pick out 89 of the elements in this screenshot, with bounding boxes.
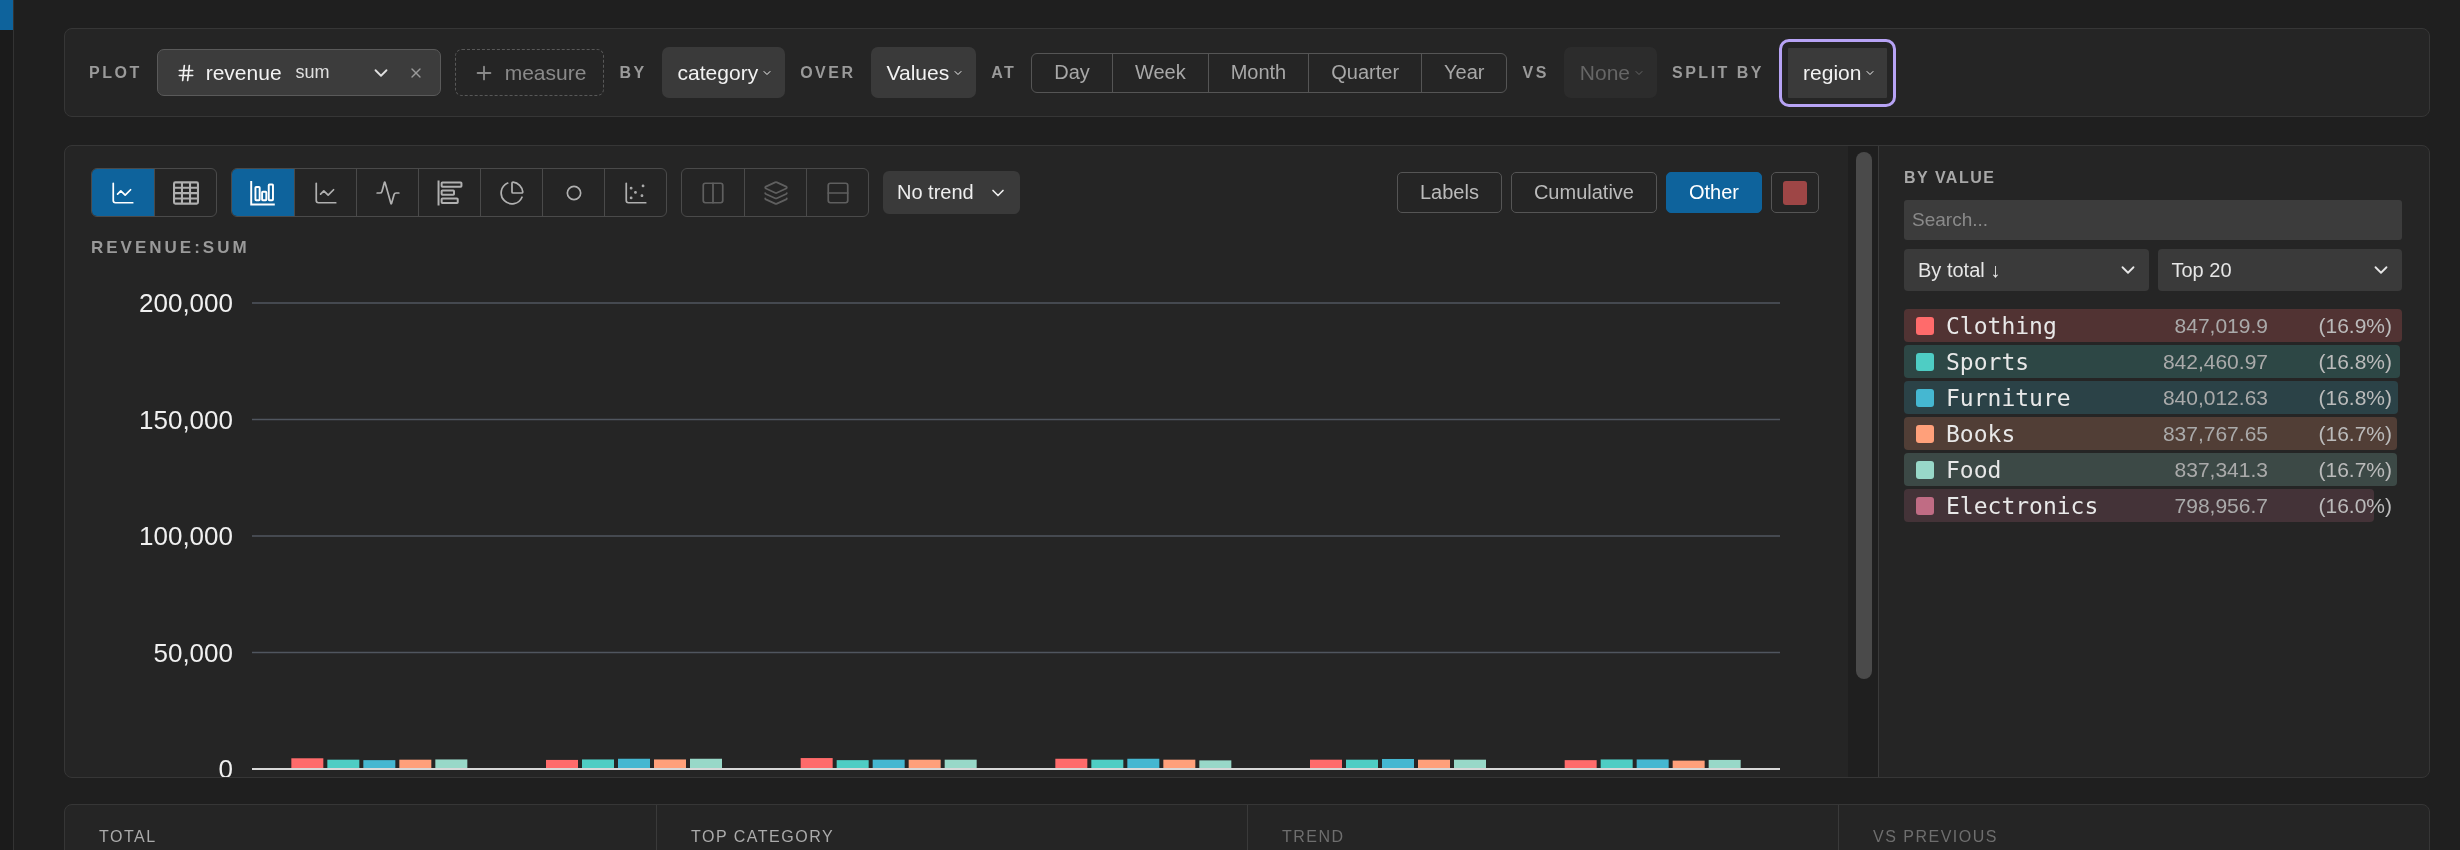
view-mode-button[interactable] xyxy=(92,169,154,216)
bar xyxy=(800,758,833,769)
bar xyxy=(1564,760,1597,769)
active-marker xyxy=(0,0,13,30)
bar xyxy=(363,760,396,769)
y-axis-label: 200,000 xyxy=(139,288,233,318)
measure-chip[interactable]: revenue sum xyxy=(156,49,441,96)
y-axis-label: 50,000 xyxy=(153,637,233,668)
search-field[interactable]: Search... xyxy=(1904,200,2402,240)
line-chart-icon xyxy=(110,179,136,206)
bar xyxy=(1418,759,1450,769)
y-axis-label: 150,000 xyxy=(139,404,233,435)
scrollbar-thumb[interactable] xyxy=(1856,152,1872,679)
bar xyxy=(908,759,941,769)
layers-icon xyxy=(762,179,789,206)
group-by-select[interactable]: category xyxy=(661,47,786,98)
bar xyxy=(690,758,722,769)
interval-tab[interactable]: Month xyxy=(1207,53,1309,92)
aggregation-select[interactable]: sum xyxy=(291,54,396,91)
over-label: OVER xyxy=(800,63,856,82)
table-icon xyxy=(172,179,199,206)
bar xyxy=(618,758,650,769)
stat-label: VS PREVIOUS xyxy=(1873,828,1998,845)
legend-item[interactable]: Furniture 840,012.63 (16.8%) xyxy=(1904,381,2402,414)
legend-item[interactable]: Clothing 847,019.9 (16.9%) xyxy=(1904,309,2402,342)
bar xyxy=(872,759,905,769)
at-label: AT xyxy=(991,63,1017,82)
bar xyxy=(582,759,614,769)
bar xyxy=(944,759,977,769)
chart-title: REVENUE:SUM xyxy=(91,238,251,258)
bar xyxy=(435,759,468,769)
bar xyxy=(1310,759,1342,769)
vs-label: VS xyxy=(1522,63,1549,82)
pulse-icon xyxy=(374,179,401,206)
bar xyxy=(1672,760,1705,769)
stat-label: TOP CATEGORY xyxy=(691,828,835,845)
color-picker-button[interactable] xyxy=(1771,172,1819,213)
pie-chart-icon xyxy=(498,179,525,206)
legend-item[interactable]: Books 837,767.65 (16.7%) xyxy=(1904,417,2402,450)
bar xyxy=(1600,759,1633,769)
line-chart-icon xyxy=(312,179,339,206)
split-by-label: SPLIT BY xyxy=(1672,63,1765,82)
bar xyxy=(1346,759,1378,769)
legend-item[interactable]: Sports 842,460.97 (16.8%) xyxy=(1904,345,2402,378)
bar xyxy=(327,759,360,769)
limit-select[interactable]: Top 20 xyxy=(2157,249,2402,291)
stat-label: TOTAL xyxy=(99,828,157,845)
bar xyxy=(1454,759,1486,769)
bar xyxy=(291,758,324,769)
legend-item[interactable]: Electronics 798,956.7 (16.0%) xyxy=(1904,489,2402,522)
bar xyxy=(1127,758,1160,769)
toggle-button[interactable]: Labels xyxy=(1397,172,1502,213)
split-by-select[interactable]: region xyxy=(1779,38,1897,107)
sort-select[interactable]: By total ↓ xyxy=(1904,249,2149,291)
circle-icon xyxy=(565,184,582,201)
scatter-plot-icon xyxy=(622,179,649,206)
by-label: BY xyxy=(619,63,647,82)
legend-item[interactable]: Food 837,341.3 (16.7%) xyxy=(1904,453,2402,486)
bar xyxy=(1636,759,1669,769)
bar-chart-icon xyxy=(250,179,276,206)
toggle-button[interactable]: Cumulative xyxy=(1510,172,1657,213)
split-columns-icon xyxy=(700,179,726,206)
add-measure-button[interactable]: measure xyxy=(454,49,605,96)
bar xyxy=(836,760,869,769)
toggle-button[interactable]: Other xyxy=(1665,172,1762,213)
over-select[interactable]: Values xyxy=(870,47,977,98)
horizontal-bar-chart-icon xyxy=(436,179,463,206)
trend-select[interactable]: No trend xyxy=(883,171,1020,214)
bar xyxy=(399,759,432,769)
color-swatch-icon xyxy=(1783,180,1807,205)
bar xyxy=(1708,759,1741,769)
y-axis-label: 100,000 xyxy=(139,521,233,551)
bar xyxy=(1091,759,1124,769)
bar xyxy=(546,759,578,769)
bar xyxy=(654,759,686,769)
interval-tab[interactable]: Day xyxy=(1032,53,1112,92)
bar xyxy=(1055,758,1088,769)
plot-label: PLOT xyxy=(89,63,142,82)
bar xyxy=(1199,760,1232,769)
stat-label: TREND xyxy=(1282,828,1345,845)
chart-type-button[interactable] xyxy=(232,169,294,216)
bar xyxy=(1382,759,1414,769)
sidebar-title: BY VALUE xyxy=(1904,168,1997,188)
bar xyxy=(1163,759,1196,769)
interval-tab[interactable]: Year xyxy=(1421,53,1507,92)
interval-tab[interactable]: Week xyxy=(1111,53,1208,92)
split-rows-icon xyxy=(824,179,851,206)
interval-tab[interactable]: Quarter xyxy=(1308,53,1422,92)
measure-name: revenue xyxy=(205,60,282,85)
